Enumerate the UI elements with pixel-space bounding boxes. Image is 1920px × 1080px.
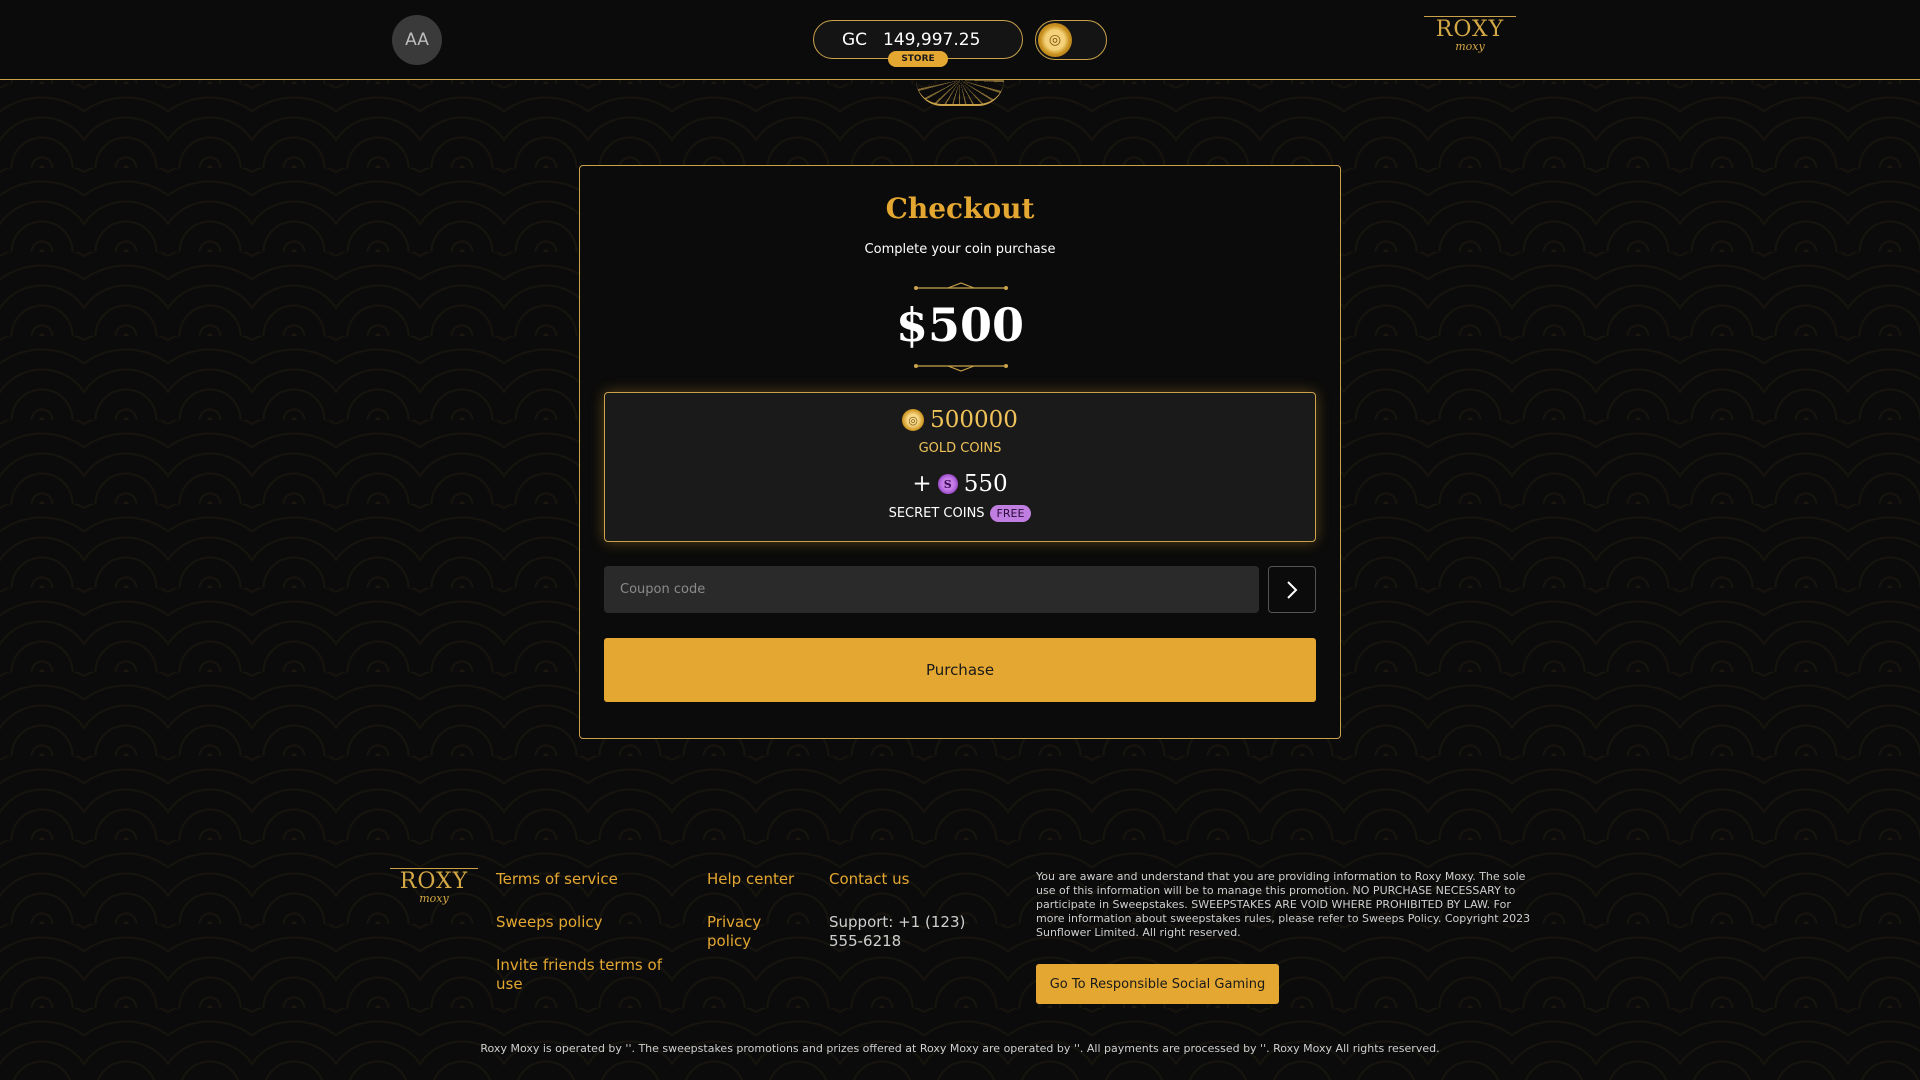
footer-logo-title: ROXY xyxy=(399,869,469,894)
store-label: STORE xyxy=(901,54,935,64)
secret-coin-icon: S xyxy=(937,474,958,494)
gold-coins-amount: 500000 xyxy=(930,407,1018,433)
support-phone: Support: +1 (123) 555-6218 xyxy=(829,913,966,950)
logo-subtitle: moxy xyxy=(1455,40,1485,53)
operator-notice: Roxy Moxy is operated by ''. The sweepst… xyxy=(480,1042,1440,1055)
purchase-label: Purchase xyxy=(925,661,995,679)
gold-coin-icon: ◎ xyxy=(902,409,925,431)
responsible-gaming-label: Go To Responsible Social Gaming xyxy=(1049,976,1266,992)
gold-coin-icon: ◎ xyxy=(1038,23,1072,57)
balance-amount: 149,997.25 xyxy=(883,29,981,50)
price-ornament-bottom xyxy=(914,364,1008,372)
privacy-policy-link[interactable]: Privacy policy xyxy=(707,913,777,951)
chevron-right-icon xyxy=(1287,580,1298,599)
coupon-input[interactable] xyxy=(604,566,1259,613)
checkout-card: Checkout Complete your coin purchase $50… xyxy=(579,165,1341,739)
currency-toggle[interactable]: ◎ xyxy=(1035,20,1107,60)
footer-logo[interactable]: ROXY moxy xyxy=(384,866,484,914)
brand-logo[interactable]: ROXY moxy xyxy=(1416,14,1524,62)
currency-code: GC xyxy=(842,29,868,50)
checkout-subtitle: Complete your coin purchase xyxy=(864,242,1056,257)
invite-friends-terms-link[interactable]: Invite friends terms of use xyxy=(496,956,666,994)
top-header: AA GC 149,997.25 STORE ◎ ROXY moxy xyxy=(0,0,1920,80)
apply-coupon-button[interactable] xyxy=(1268,566,1316,613)
store-button[interactable]: STORE xyxy=(888,51,948,67)
logo-title: ROXY xyxy=(1435,17,1505,42)
help-center-link[interactable]: Help center xyxy=(707,870,794,889)
secret-coins-amount: 550 xyxy=(963,471,1008,497)
legal-disclaimer: You are aware and understand that you ar… xyxy=(1036,870,1531,939)
secret-coins-row: + S 550 xyxy=(605,471,1315,497)
header-fan-ornament xyxy=(916,80,1004,106)
coin-package: ◎ 500000 GOLD COINS + S 550 SECRET COINS… xyxy=(604,392,1316,542)
gold-coins-row: ◎ 500000 xyxy=(605,407,1315,433)
gold-coins-label: GOLD COINS xyxy=(918,441,1002,456)
price-ornament-top xyxy=(914,282,1008,290)
user-avatar[interactable]: AA xyxy=(392,15,442,65)
purchase-button[interactable]: Purchase xyxy=(604,638,1316,702)
free-badge: FREE xyxy=(989,505,1032,522)
footer-logo-subtitle: moxy xyxy=(419,892,449,905)
secret-coins-label: SECRET COINS xyxy=(888,506,985,521)
plus-sign: + xyxy=(912,471,932,497)
checkout-title: Checkout xyxy=(885,192,1035,225)
terms-of-service-link[interactable]: Terms of service xyxy=(496,870,618,889)
purchase-price: $500 xyxy=(895,298,1025,352)
secret-coins-label-row: SECRET COINS FREE xyxy=(605,505,1315,522)
sweeps-policy-link[interactable]: Sweeps policy xyxy=(496,913,603,932)
contact-us-link[interactable]: Contact us xyxy=(829,870,909,889)
responsible-gaming-button[interactable]: Go To Responsible Social Gaming xyxy=(1036,964,1279,1004)
